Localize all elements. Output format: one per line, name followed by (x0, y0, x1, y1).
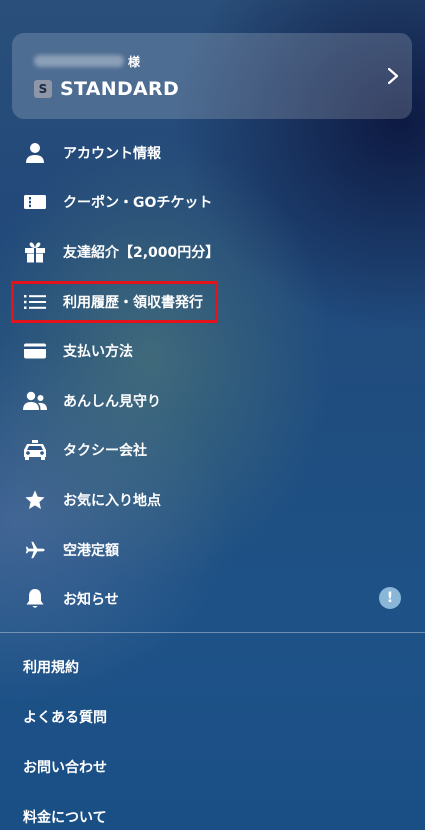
menu-item-favorites[interactable]: お気に入り地点 (0, 475, 425, 525)
menu-item-label: 支払い方法 (63, 344, 133, 361)
star-icon (23, 488, 47, 512)
menu-item-label: アカウント情報 (63, 145, 161, 162)
highlight-box (11, 281, 218, 323)
menu-divider (0, 632, 425, 633)
notification-alert-badge: ! (379, 587, 401, 610)
terms-link[interactable]: 利用規約 (0, 642, 425, 692)
footer-links: 利用規約 よくある質問 お問い合わせ 料金について (0, 642, 425, 830)
menu-item-label: お知らせ (63, 592, 119, 609)
plan-name: STANDARD (60, 78, 180, 100)
fare-info-link[interactable]: 料金について (0, 792, 425, 830)
airplane-icon (23, 538, 47, 562)
side-menu: アカウント情報 クーポン・GOチケット 友達紹介【2,000円分】 利用履歴・領… (0, 128, 425, 624)
plan-badge: S (34, 80, 52, 98)
blurred-user-name (34, 55, 124, 67)
menu-item-taxi-company[interactable]: タクシー会社 (0, 426, 425, 476)
ticket-icon (23, 190, 47, 214)
menu-item-watch[interactable]: あんしん見守り (0, 376, 425, 426)
chevron-right-icon[interactable] (386, 67, 400, 85)
menu-item-label: 空港定額 (63, 542, 119, 559)
honorific: 様 (128, 54, 141, 69)
menu-item-notifications[interactable]: お知らせ ! (0, 574, 425, 624)
gift-icon (23, 240, 47, 264)
people-icon (23, 389, 47, 413)
menu-item-label: タクシー会社 (63, 443, 147, 460)
contact-link[interactable]: お問い合わせ (0, 742, 425, 792)
faq-link[interactable]: よくある質問 (0, 692, 425, 742)
menu-item-label: あんしん見守り (63, 393, 161, 410)
menu-item-airport[interactable]: 空港定額 (0, 525, 425, 575)
bell-icon (23, 587, 47, 611)
menu-item-label: クーポン・GOチケット (63, 195, 213, 212)
menu-item-referral[interactable]: 友達紹介【2,000円分】 (0, 227, 425, 277)
menu-item-payment[interactable]: 支払い方法 (0, 326, 425, 376)
menu-item-label: 友達紹介【2,000円分】 (63, 244, 220, 261)
menu-item-coupon[interactable]: クーポン・GOチケット (0, 178, 425, 228)
user-name-row: 様 (34, 53, 140, 69)
menu-item-account[interactable]: アカウント情報 (0, 128, 425, 178)
plan-row: S STANDARD (34, 78, 179, 100)
menu-item-label: お気に入り地点 (63, 492, 161, 509)
taxi-icon (23, 438, 47, 462)
account-card[interactable]: 様 S STANDARD (12, 33, 412, 119)
person-icon (23, 141, 47, 165)
credit-card-icon (23, 339, 47, 363)
